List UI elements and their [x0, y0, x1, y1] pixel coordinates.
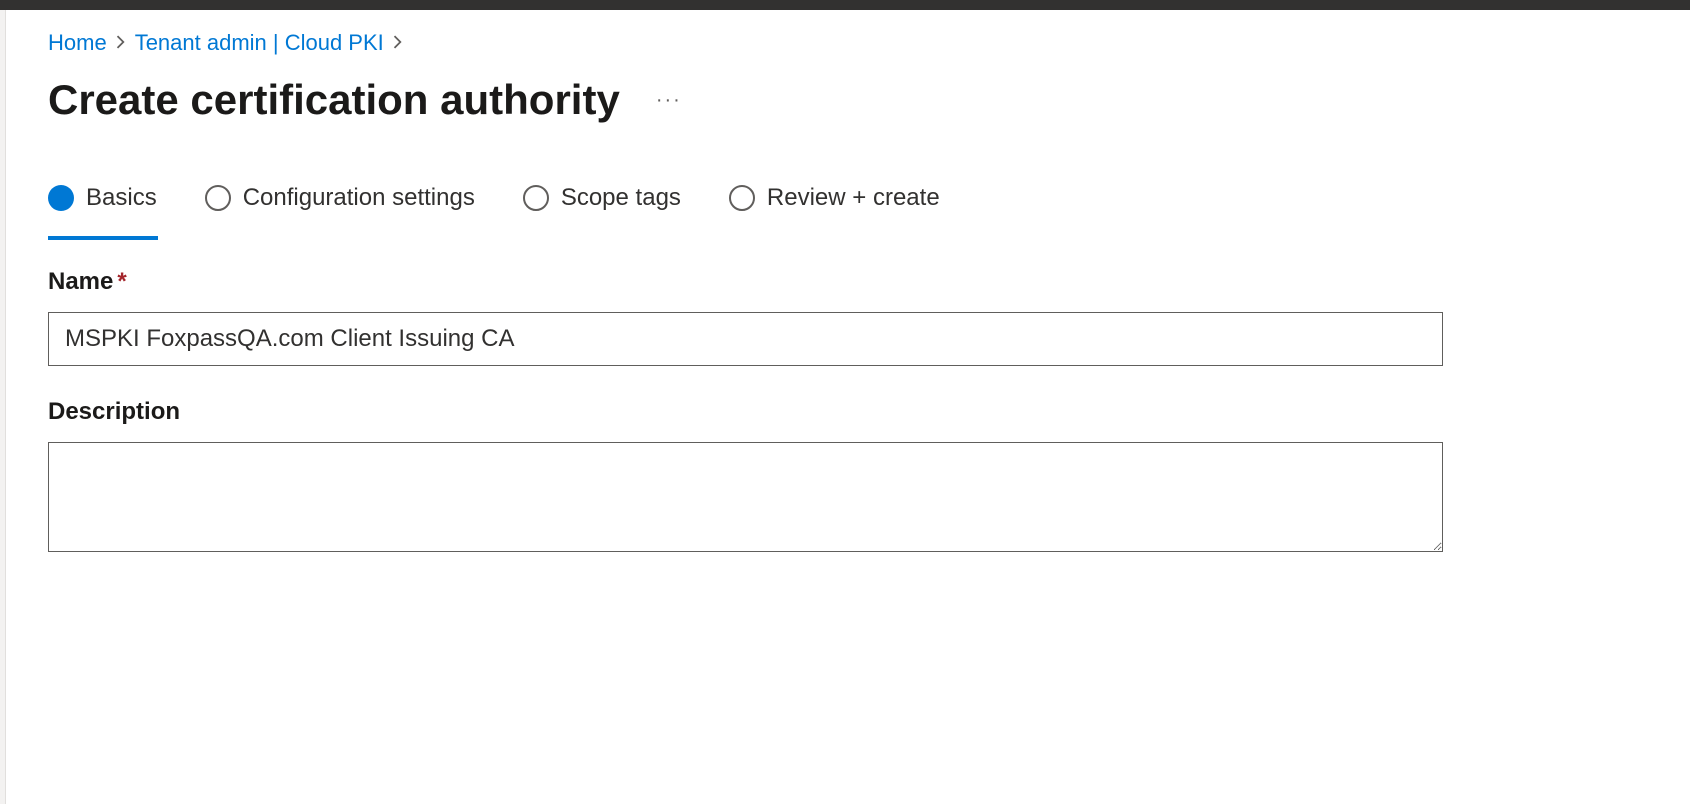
- step-indicator-icon: [205, 185, 231, 211]
- name-input[interactable]: [48, 312, 1443, 366]
- required-indicator: *: [117, 268, 126, 295]
- chevron-right-icon: [392, 33, 404, 54]
- tab-label: Basics: [86, 184, 157, 212]
- description-label: Description: [48, 398, 1642, 426]
- tab-scope-tags[interactable]: Scope tags: [523, 184, 681, 224]
- chevron-right-icon: [115, 33, 127, 54]
- step-indicator-icon: [523, 185, 549, 211]
- top-bar: [0, 0, 1690, 10]
- breadcrumb-home[interactable]: Home: [48, 30, 107, 56]
- left-edge: [0, 10, 6, 804]
- page-title: Create certification authority: [48, 76, 620, 124]
- more-actions-button[interactable]: ···: [648, 85, 690, 116]
- tab-label: Configuration settings: [243, 184, 475, 212]
- name-label: Name*: [48, 268, 1642, 296]
- tab-configuration-settings[interactable]: Configuration settings: [205, 184, 475, 224]
- tab-label: Review + create: [767, 184, 940, 212]
- step-indicator-active-icon: [48, 185, 74, 211]
- breadcrumb: Home Tenant admin | Cloud PKI: [48, 30, 1642, 56]
- breadcrumb-tenant-admin[interactable]: Tenant admin | Cloud PKI: [135, 30, 384, 56]
- tab-label: Scope tags: [561, 184, 681, 212]
- wizard-tabs: Basics Configuration settings Scope tags…: [48, 184, 1642, 224]
- tab-review-create[interactable]: Review + create: [729, 184, 940, 224]
- description-input[interactable]: [48, 442, 1443, 552]
- step-indicator-icon: [729, 185, 755, 211]
- tab-basics[interactable]: Basics: [48, 184, 157, 224]
